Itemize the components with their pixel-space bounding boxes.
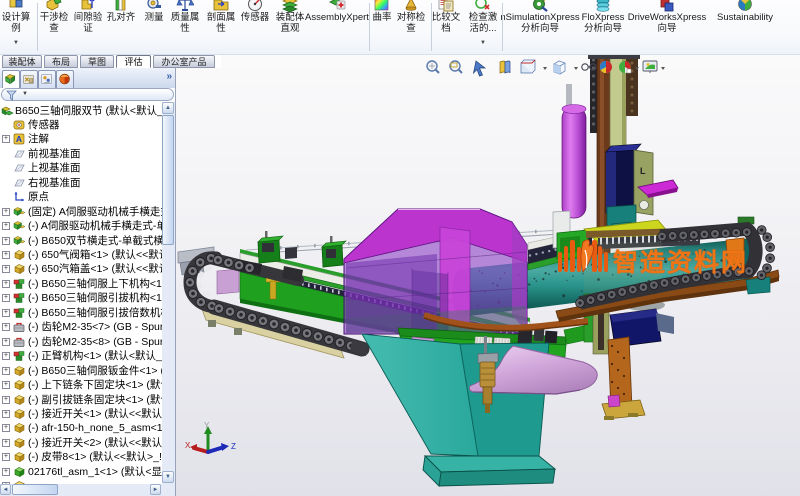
svg-text:Z: Z (231, 442, 236, 451)
svg-text:A: A (16, 134, 22, 144)
svg-text:X: X (185, 441, 191, 450)
svg-text:Y: Y (204, 421, 210, 430)
svg-text:L: L (640, 166, 646, 176)
